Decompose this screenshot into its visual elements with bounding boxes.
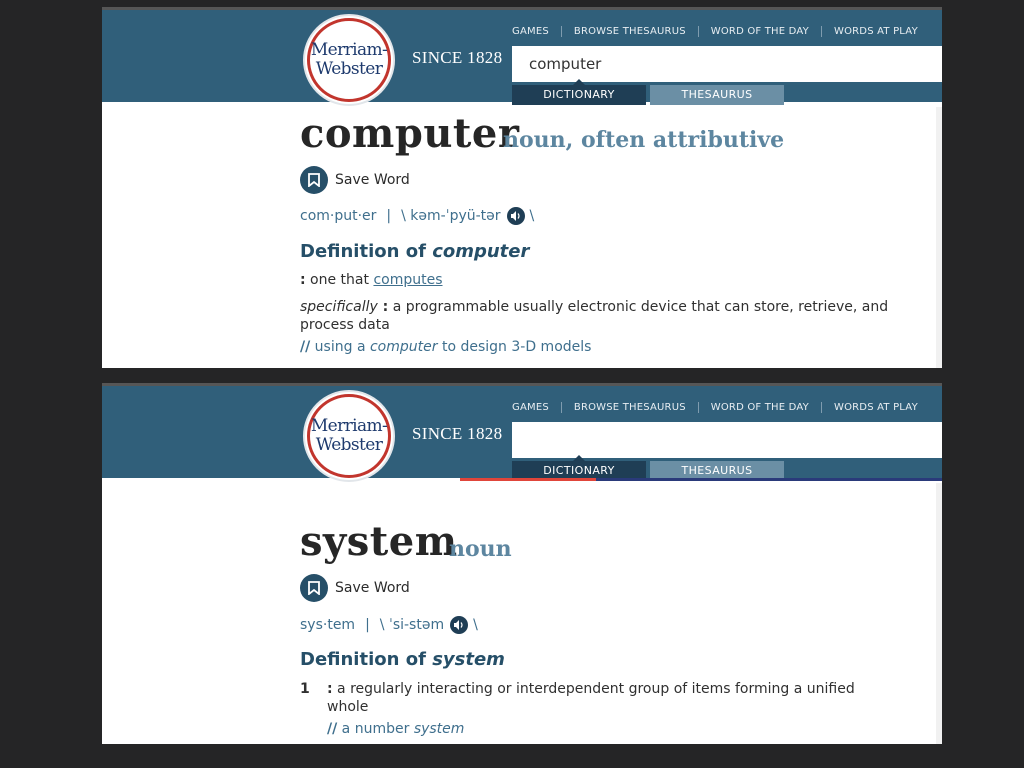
pronunciation-close: \ <box>529 208 535 224</box>
tab-dictionary[interactable]: DICTIONARY <box>512 79 646 105</box>
logo-ring: Merriam- Webster <box>307 394 391 478</box>
audio-speaker-icon[interactable] <box>450 616 469 634</box>
loading-bar-blue <box>596 478 942 481</box>
audio-speaker-icon[interactable] <box>506 207 525 225</box>
search-input[interactable] <box>512 46 942 82</box>
nav-browse-thesaurus[interactable]: BROWSE THESAURUS <box>574 26 686 37</box>
bookmark-icon <box>300 166 328 194</box>
part-of-speech: noun, often attributive <box>503 127 785 153</box>
sense-2: specifically : a programmable usually el… <box>300 298 900 334</box>
computes-link[interactable]: computes <box>373 272 442 288</box>
nav-words-at-play[interactable]: WORDS AT PLAY <box>834 26 918 37</box>
save-word-label: Save Word <box>335 580 410 596</box>
sense-1-text: one that <box>305 272 374 288</box>
site-header: Merriam- Webster SINCE 1828 GAMES BROWSE… <box>102 10 942 106</box>
example-post: to design 3-D models <box>437 339 592 355</box>
nav-divider <box>697 402 699 413</box>
definition-heading-word: system <box>432 649 505 670</box>
sense-2-prefix: specifically <box>300 299 378 315</box>
nav-divider <box>697 26 699 37</box>
logo-text-line1: Merriam- <box>310 416 388 436</box>
save-word-label: Save Word <box>335 172 410 188</box>
sense-number: 1 <box>300 680 310 698</box>
nav-divider <box>820 26 822 37</box>
pronunciation: \ ˈsi-stəm <box>379 617 445 633</box>
example-mark: // <box>300 339 311 355</box>
example-word: computer <box>369 339 438 355</box>
sense-number-1: 1 <box>300 681 310 697</box>
search-input[interactable] <box>512 422 942 458</box>
pronunciation-close: \ <box>473 617 478 633</box>
tab-thesaurus[interactable]: THESAURUS <box>650 85 784 105</box>
logo-text-line2: Webster <box>315 435 383 455</box>
example-word: system <box>413 721 465 737</box>
bookmark-icon <box>300 574 328 602</box>
site-header: Merriam- Webster SINCE 1828 GAMES BROWSE… <box>102 386 942 482</box>
top-nav: GAMES BROWSE THESAURUS WORD OF THE DAY W… <box>512 402 918 413</box>
example-pre: a number <box>337 721 414 737</box>
definition-heading: Definition of computer <box>300 241 529 262</box>
pron-divider: | <box>365 617 370 633</box>
since-1828: SINCE 1828 <box>412 424 503 443</box>
nav-divider <box>560 26 562 37</box>
logo-text-line1: Merriam- <box>310 40 388 60</box>
pronunciation-line: com·put·er | \ kəm-ˈpyü-tər \ <box>300 207 534 225</box>
pronunciation-line: sys·tem | \ ˈsi-stəm \ <box>300 616 478 634</box>
merriam-webster-logo[interactable]: Merriam- Webster <box>303 14 395 106</box>
nav-browse-thesaurus[interactable]: BROWSE THESAURUS <box>574 402 686 413</box>
save-word-button[interactable]: Save Word <box>300 166 410 194</box>
definition-heading-text: Definition of <box>300 241 426 262</box>
nav-words-at-play[interactable]: WORDS AT PLAY <box>834 402 918 413</box>
example-sentence: // using a computer to design 3-D models <box>300 339 591 355</box>
pronunciation: \ kəm-ˈpyü-tər <box>401 208 501 224</box>
logo-ring: Merriam- Webster <box>307 18 391 102</box>
sense-2-text: a programmable usually electronic device… <box>300 299 889 333</box>
since-1828: SINCE 1828 <box>412 48 503 67</box>
example-pre: using a <box>310 339 370 355</box>
sense-1: : a regularly interacting or interdepend… <box>327 680 887 716</box>
logo-text-line2: Webster <box>315 59 383 79</box>
nav-word-of-the-day[interactable]: WORD OF THE DAY <box>711 402 809 413</box>
nav-games[interactable]: GAMES <box>512 26 549 37</box>
screenshot-panel-computer: Merriam- Webster SINCE 1828 GAMES BROWSE… <box>102 7 942 368</box>
headword: computer <box>300 110 520 157</box>
scrollbar[interactable] <box>936 107 942 368</box>
part-of-speech: noun <box>449 536 512 562</box>
sense-1-text: a regularly interacting or interdependen… <box>327 681 855 715</box>
loading-bar-red <box>460 478 596 481</box>
pron-divider: | <box>386 208 392 224</box>
nav-word-of-the-day[interactable]: WORD OF THE DAY <box>711 26 809 37</box>
definition-heading-text: Definition of <box>300 649 426 670</box>
nav-games[interactable]: GAMES <box>512 402 549 413</box>
syllables: com·put·er <box>300 208 377 224</box>
nav-divider <box>560 402 562 413</box>
screenshot-panel-system: Merriam- Webster SINCE 1828 GAMES BROWSE… <box>102 383 942 744</box>
example-sentence: // a number system <box>327 721 464 737</box>
top-nav: GAMES BROWSE THESAURUS WORD OF THE DAY W… <box>512 26 918 37</box>
scrollbar[interactable] <box>936 483 942 744</box>
sense-2-colon: : <box>377 299 389 315</box>
nav-divider <box>820 402 822 413</box>
definition-heading-word: computer <box>432 241 530 262</box>
example-mark: // <box>327 721 338 737</box>
headword: system <box>300 518 458 565</box>
save-word-button[interactable]: Save Word <box>300 574 410 602</box>
syllables: sys·tem <box>300 617 356 633</box>
sense-1: : one that computes <box>300 271 443 289</box>
merriam-webster-logo[interactable]: Merriam- Webster <box>303 390 395 482</box>
definition-heading: Definition of system <box>300 649 505 670</box>
